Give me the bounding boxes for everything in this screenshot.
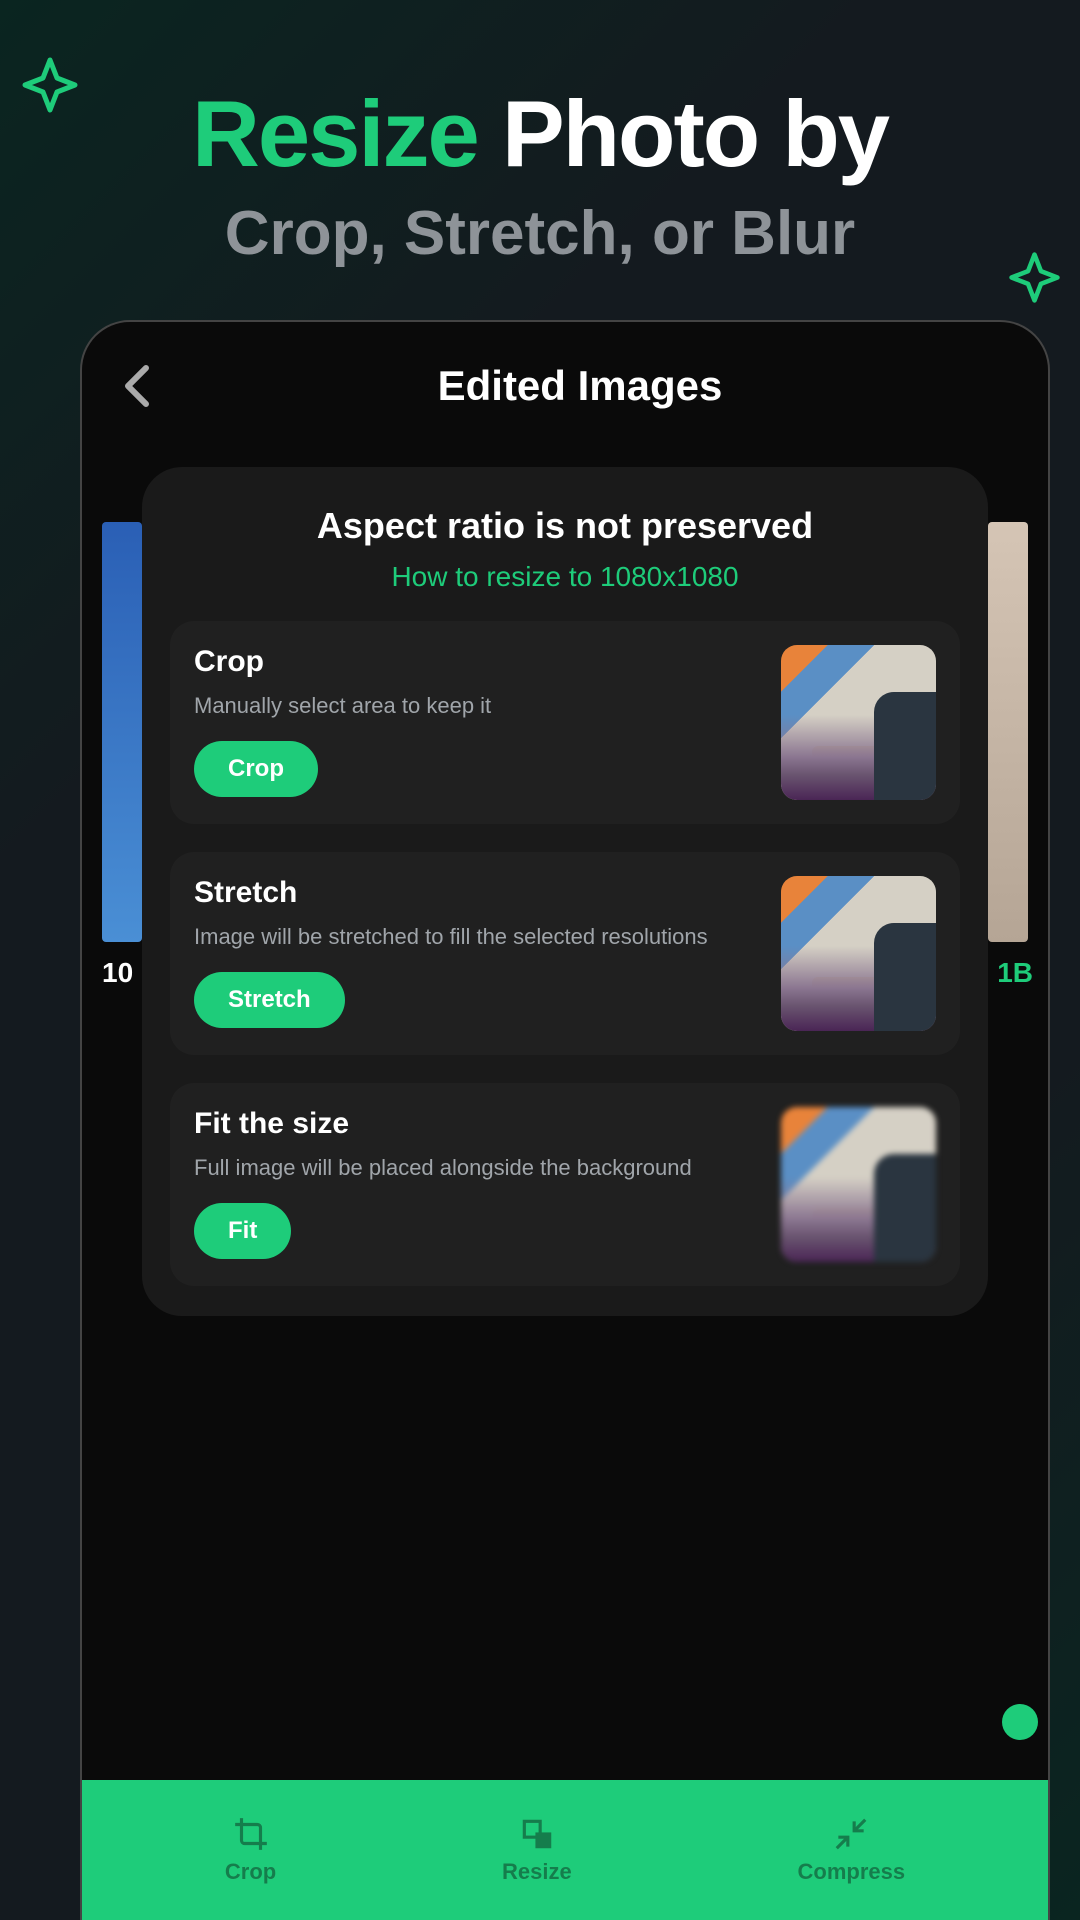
- fit-thumbnail: [781, 1107, 936, 1262]
- sparkle-icon: [1007, 250, 1062, 305]
- nav-resize[interactable]: Resize: [502, 1815, 572, 1885]
- option-crop: Crop Manually select area to keep it Cro…: [170, 621, 960, 824]
- resize-modal: Aspect ratio is not preserved How to res…: [142, 467, 988, 1316]
- phone-frame: Edited Images 10 1B Aspect ratio is not …: [80, 320, 1050, 1920]
- nav-label: Crop: [225, 1859, 276, 1885]
- option-fit: Fit the size Full image will be placed a…: [170, 1083, 960, 1286]
- option-desc: Manually select area to keep it: [194, 691, 757, 721]
- nav-crop[interactable]: Crop: [225, 1815, 276, 1885]
- option-title: Crop: [194, 645, 757, 679]
- fit-button[interactable]: Fit: [194, 1203, 291, 1259]
- stretch-button[interactable]: Stretch: [194, 972, 345, 1028]
- resize-icon: [518, 1815, 556, 1853]
- back-icon[interactable]: [122, 364, 152, 408]
- hero-subtitle: Crop, Stretch, or Blur: [0, 198, 1080, 269]
- option-desc: Full image will be placed alongside the …: [194, 1153, 757, 1183]
- phone-header: Edited Images: [82, 322, 1048, 440]
- modal-subtitle: How to resize to 1080x1080: [170, 561, 960, 593]
- option-title: Stretch: [194, 876, 757, 910]
- background-image-right: [988, 522, 1028, 942]
- page-title: Edited Images: [212, 362, 948, 410]
- option-desc: Image will be stretched to fill the sele…: [194, 922, 757, 952]
- hero-accent-text: Resize: [192, 81, 478, 186]
- indicator-dot: [1002, 1704, 1038, 1740]
- option-stretch: Stretch Image will be stretched to fill …: [170, 852, 960, 1055]
- nav-compress[interactable]: Compress: [798, 1815, 906, 1885]
- nav-label: Resize: [502, 1859, 572, 1885]
- option-title: Fit the size: [194, 1107, 757, 1141]
- stretch-thumbnail: [781, 876, 936, 1031]
- background-label-left: 10: [102, 957, 133, 989]
- background-image-left: [102, 522, 142, 942]
- modal-title: Aspect ratio is not preserved: [170, 505, 960, 547]
- nav-label: Compress: [798, 1859, 906, 1885]
- compress-icon: [832, 1815, 870, 1853]
- crop-icon: [232, 1815, 270, 1853]
- sparkle-icon: [20, 55, 80, 115]
- background-label-right: 1B: [997, 957, 1033, 989]
- hero-rest-text: Photo by: [478, 81, 888, 186]
- crop-button[interactable]: Crop: [194, 741, 318, 797]
- crop-thumbnail: [781, 645, 936, 800]
- bottom-nav: Crop Resize Compress: [82, 1780, 1048, 1920]
- hero-heading: Resize Photo by Crop, Stretch, or Blur: [0, 0, 1080, 269]
